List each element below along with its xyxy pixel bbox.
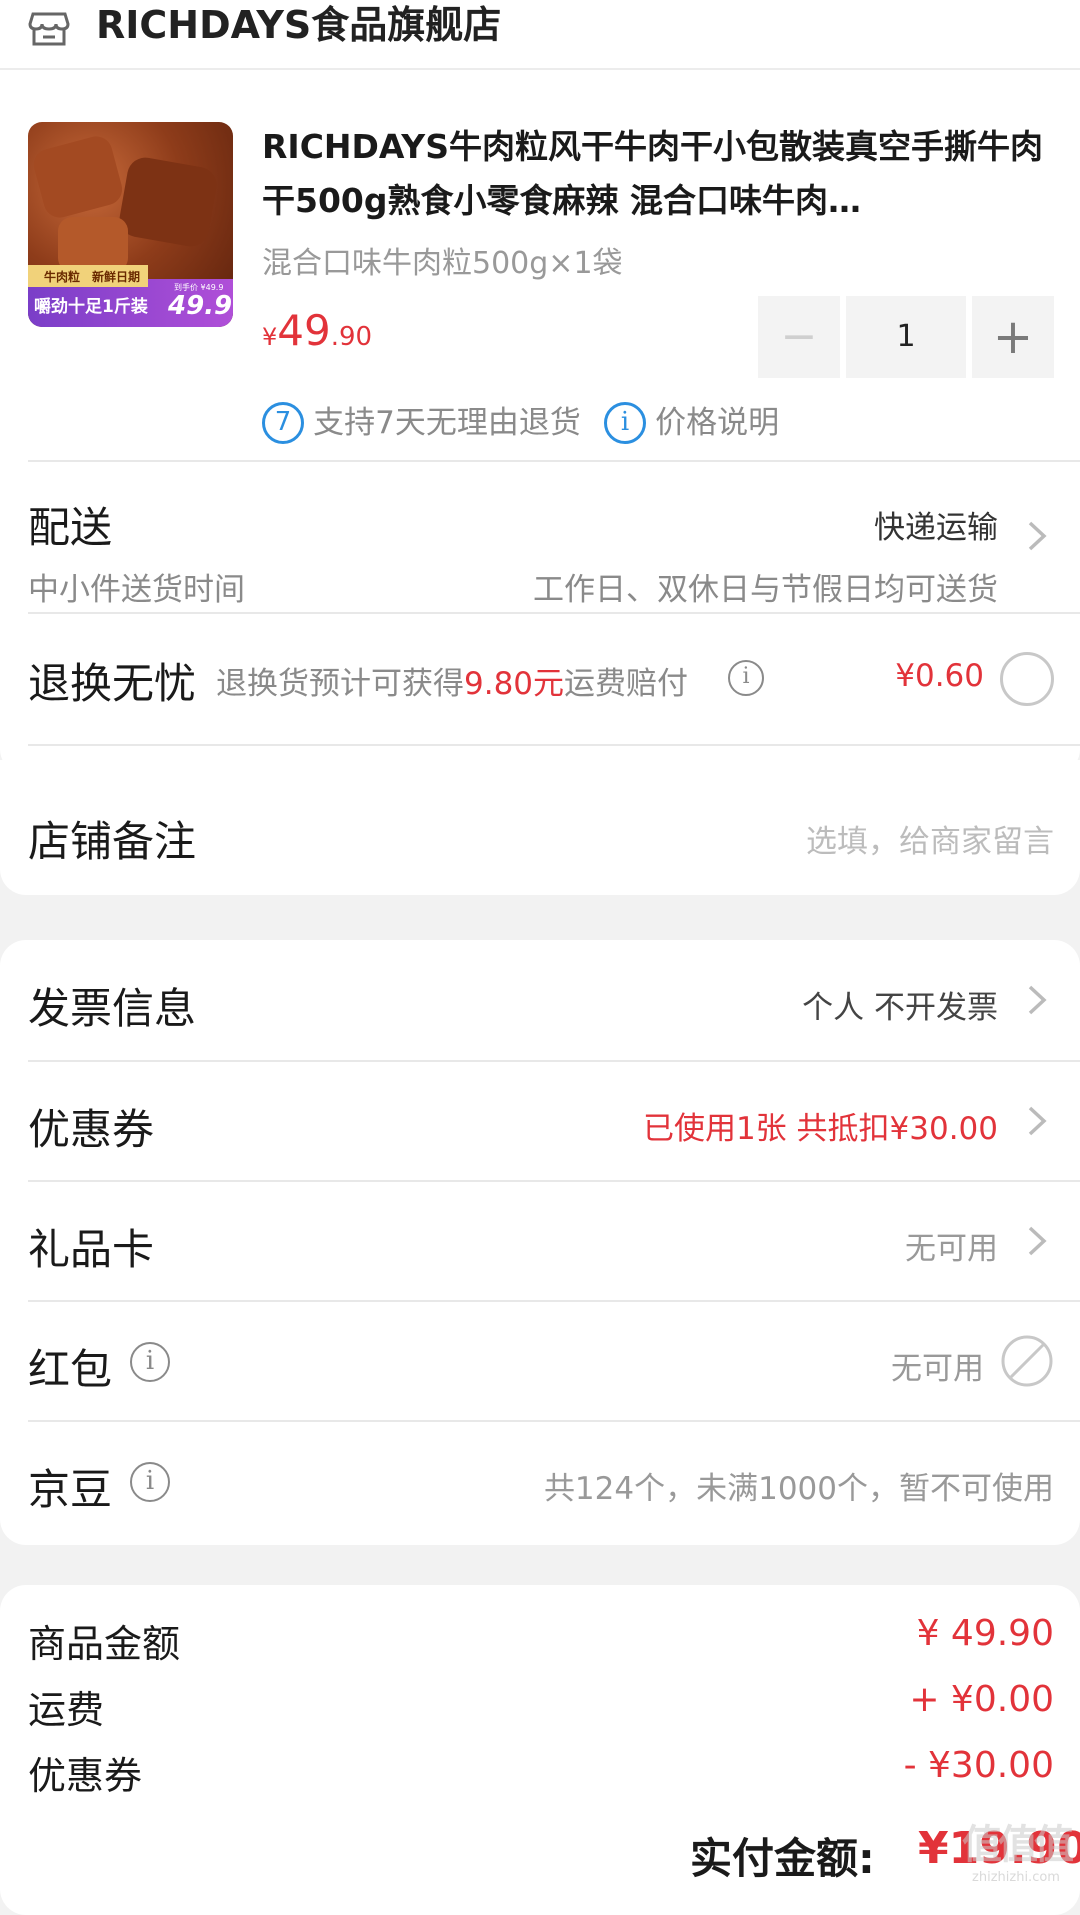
image-tag2: 新鲜日期 bbox=[92, 270, 141, 284]
jingdou-row[interactable]: 京豆 i 共124个，未满1000个，暂不可使用 bbox=[0, 1422, 1080, 1540]
product-title[interactable]: RICHDAYS牛肉粒风干牛肉干小包散装真空手撕牛肉干500g熟食小零食麻辣 混… bbox=[262, 120, 1052, 228]
info-icon[interactable]: i bbox=[130, 1462, 170, 1502]
gift-card-row[interactable]: 礼品卡 无可用 bbox=[0, 1182, 1080, 1300]
return-insurance-row[interactable]: 退换无忧 退换货预计可获得9.80元运费赔付 i ¥0.60 bbox=[0, 614, 1080, 744]
return-insurance-price: ¥0.60 bbox=[895, 658, 984, 694]
chevron-right-icon bbox=[1028, 521, 1047, 551]
shipping-fee-value: + ¥0.00 bbox=[909, 1679, 1054, 1720]
quantity-stepper: − 1 + bbox=[758, 296, 1054, 378]
price-int: 49 bbox=[277, 306, 331, 355]
delivery-sub-label: 中小件送货时间 bbox=[28, 572, 245, 608]
return-policy[interactable]: 7 支持7天无理由退货 bbox=[262, 400, 581, 444]
shipping-fee-label: 运费 bbox=[28, 1688, 105, 1732]
delivery-row[interactable]: 配送 快递运输 中小件送货时间 工作日、双休日与节假日均可送货 bbox=[0, 462, 1080, 612]
coupon-row[interactable]: 优惠券 已使用1张 共抵扣¥30.00 bbox=[0, 1062, 1080, 1180]
watermark-url: zhizhizhi.com bbox=[972, 1870, 1060, 1885]
chevron-right-icon bbox=[1028, 1226, 1047, 1256]
store-note-input[interactable]: 选填，给商家留言 bbox=[806, 816, 1054, 861]
store-name: RICHDAYS食品旗舰店 bbox=[96, 3, 502, 47]
gift-card-label: 礼品卡 bbox=[28, 1225, 155, 1274]
invoice-value: 个人 不开发票 bbox=[802, 990, 998, 1026]
product-spec[interactable]: 混合口味牛肉粒500g×1袋 bbox=[262, 238, 623, 282]
jingdou-value: 共124个，未满1000个，暂不可使用 bbox=[543, 1471, 1054, 1507]
order-card: RICHDAYS食品旗舰店 牛肉粒 新鲜日期 嚼劲十足1斤装 49.9 到手价 … bbox=[0, 0, 1080, 775]
chevron-right-icon bbox=[1028, 1106, 1047, 1136]
seven-day-icon: 7 bbox=[262, 401, 304, 444]
jingdou-label: 京豆 bbox=[28, 1465, 113, 1514]
price-dec: .90 bbox=[330, 322, 373, 352]
return-insurance-label: 退换无忧 bbox=[28, 659, 197, 708]
store-note-card: 店铺备注 选填，给商家留言 bbox=[0, 760, 1080, 895]
return-insurance-checkbox[interactable] bbox=[1000, 652, 1054, 706]
image-tag1: 牛肉粒 bbox=[44, 270, 81, 284]
delivery-method: 快递运输 bbox=[874, 510, 998, 546]
image-small-price: 到手价 ¥49.9 bbox=[174, 283, 224, 292]
image-banner: 嚼劲十足1斤装 bbox=[34, 297, 148, 317]
goods-amount-value: ¥ 49.90 bbox=[916, 1613, 1054, 1654]
price-explanation[interactable]: i 价格说明 bbox=[604, 400, 779, 444]
red-packet-value: 无可用 bbox=[891, 1351, 984, 1387]
price-explanation-text: 价格说明 bbox=[655, 404, 780, 441]
quantity-input[interactable]: 1 bbox=[846, 296, 966, 378]
delivery-label: 配送 bbox=[28, 503, 113, 552]
divider bbox=[0, 68, 1080, 70]
return-insurance-desc: 退换货预计可获得9.80元运费赔付 bbox=[216, 666, 689, 702]
compensation-amount: 9.80元 bbox=[464, 666, 565, 702]
goods-amount-label: 商品金额 bbox=[28, 1622, 181, 1666]
info-icon[interactable]: i bbox=[728, 660, 764, 696]
coupon-label: 优惠券 bbox=[28, 1105, 155, 1154]
coupon-discount-value: - ¥30.00 bbox=[903, 1745, 1054, 1786]
invoice-row[interactable]: 发票信息 个人 不开发票 bbox=[0, 940, 1080, 1060]
return-policy-text: 支持7天无理由退货 bbox=[313, 404, 581, 441]
red-packet-row[interactable]: 红包 i 无可用 bbox=[0, 1302, 1080, 1420]
coupon-value: 已使用1张 共抵扣¥30.00 bbox=[642, 1111, 998, 1147]
divider bbox=[28, 744, 1080, 746]
info-icon[interactable]: i bbox=[130, 1342, 170, 1382]
product-price: ¥49.90 bbox=[262, 310, 372, 352]
delivery-sub-value: 工作日、双休日与节假日均可送货 bbox=[533, 572, 998, 608]
red-packet-label: 红包 bbox=[28, 1345, 113, 1394]
quantity-plus-button[interactable]: + bbox=[972, 296, 1054, 378]
watermark-logo: 值值值 bbox=[962, 1822, 1074, 1868]
gift-card-value: 无可用 bbox=[905, 1231, 998, 1267]
unavailable-icon bbox=[1001, 1335, 1053, 1387]
price-symbol: ¥ bbox=[262, 323, 278, 351]
total-label: 实付金额: bbox=[690, 1834, 875, 1883]
quantity-minus-button[interactable]: − bbox=[758, 296, 840, 378]
price-summary-card: 商品金额 ¥ 49.90 运费 + ¥0.00 优惠券 - ¥30.00 实付金… bbox=[0, 1585, 1080, 1915]
image-price: 49.9 bbox=[168, 291, 233, 321]
watermark: 值值值 zhizhizhi.com bbox=[962, 1812, 1074, 1885]
payment-options-card: 发票信息 个人 不开发票 优惠券 已使用1张 共抵扣¥30.00 礼品卡 无可用… bbox=[0, 940, 1080, 1545]
product-image[interactable]: 牛肉粒 新鲜日期 嚼劲十足1斤装 49.9 到手价 ¥49.9 bbox=[28, 122, 233, 327]
coupon-discount-label: 优惠券 bbox=[28, 1754, 143, 1798]
store-note-label: 店铺备注 bbox=[28, 817, 197, 866]
info-icon: i bbox=[604, 401, 646, 444]
invoice-label: 发票信息 bbox=[28, 984, 197, 1033]
chevron-right-icon bbox=[1028, 985, 1047, 1015]
store-header[interactable]: RICHDAYS食品旗舰店 bbox=[28, 0, 1028, 50]
store-note-row[interactable]: 店铺备注 选填，给商家留言 bbox=[0, 776, 1080, 886]
store-icon bbox=[28, 12, 70, 46]
